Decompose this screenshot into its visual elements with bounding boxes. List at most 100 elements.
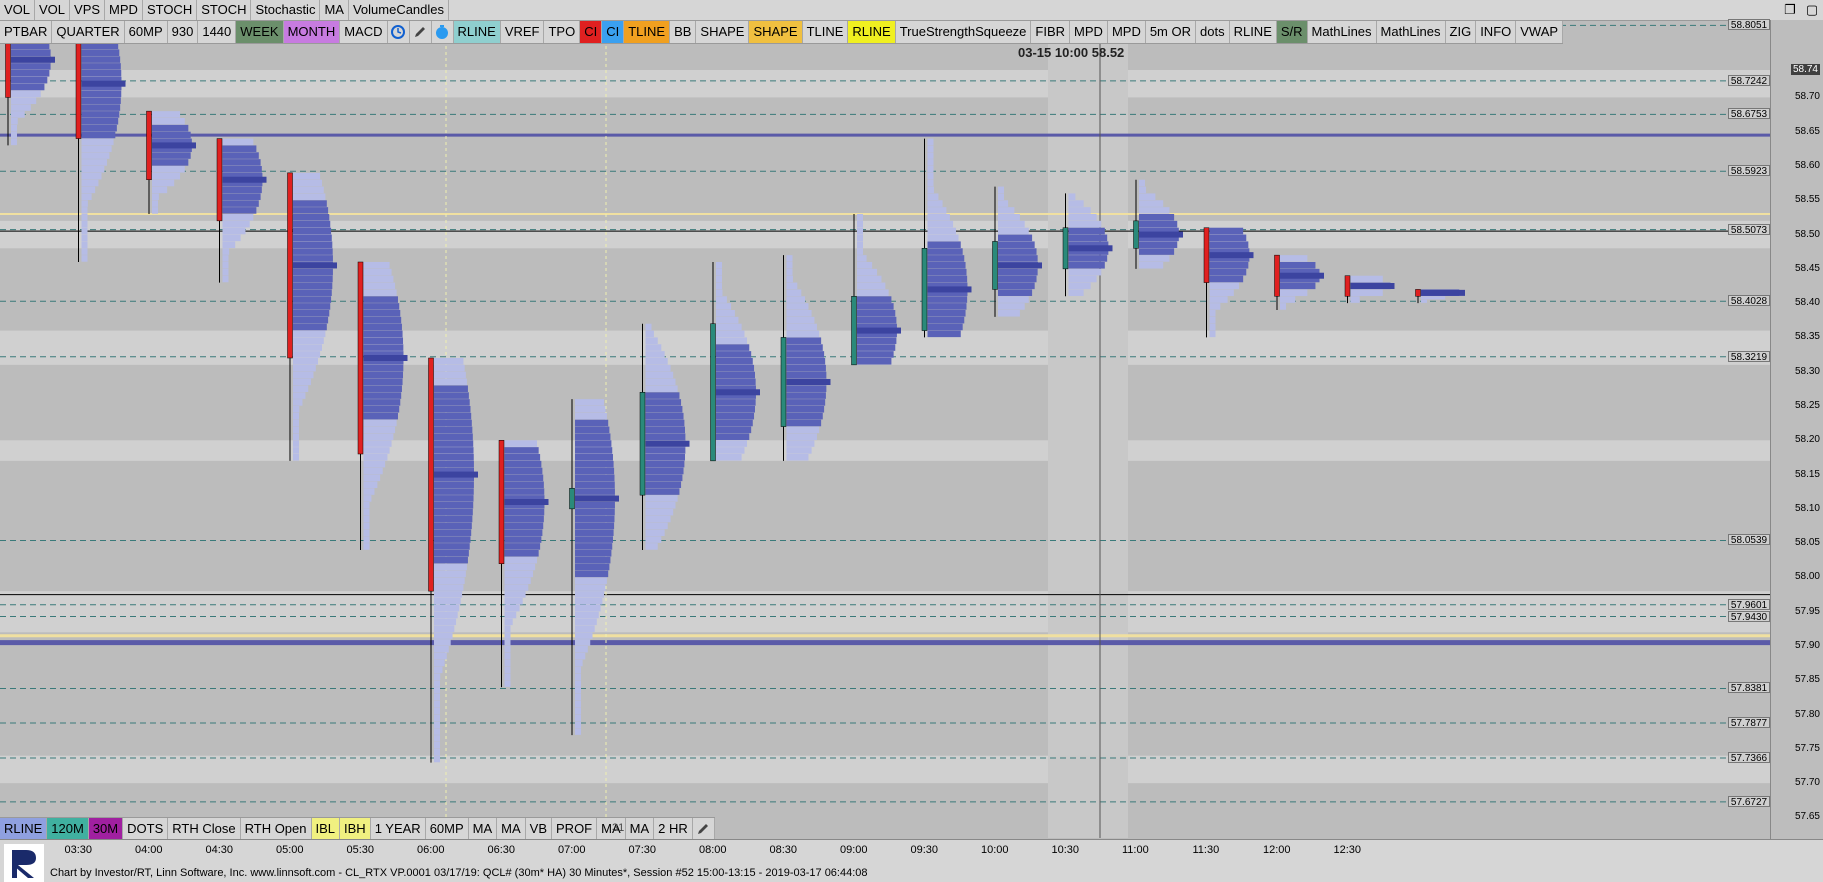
candle-body[interactable]: [1344, 275, 1351, 297]
study-button-s-r-29[interactable]: S/R: [1276, 21, 1308, 43]
study-button-shape-18[interactable]: SHAPE: [696, 21, 750, 43]
volume-profile-bar: [363, 474, 381, 482]
volume-profile-bar: [857, 214, 863, 221]
study-button-rline-28[interactable]: RLINE: [1229, 21, 1277, 43]
study-button-bb-17[interactable]: BB: [670, 21, 697, 43]
volume-profile-bar: [293, 426, 299, 434]
candle-body[interactable]: [639, 392, 646, 496]
indicator-button-2[interactable]: VPS: [70, 0, 106, 20]
price-axis[interactable]: 58.70 58.65 58.60 58.55 58.50 58.45 58.40 58.35…: [1770, 20, 1823, 839]
study-button-mathlines-31[interactable]: MathLines: [1376, 21, 1446, 43]
study-button-vref-12[interactable]: VREF: [500, 21, 545, 43]
study-button-rline-21[interactable]: RLINE: [848, 21, 896, 43]
volume-profile-bar: [434, 529, 472, 536]
study-button-ci-14[interactable]: CI: [580, 21, 603, 43]
volume-profile-bar: [927, 214, 950, 221]
volume-profile-bar: [645, 454, 686, 461]
pencil-icon[interactable]: [409, 21, 432, 43]
study-button-ci-15[interactable]: CI: [602, 21, 625, 43]
candle-body[interactable]: [428, 357, 434, 592]
volume-profile-bar: [786, 419, 822, 427]
bottom-button-ma-11[interactable]: MA: [497, 818, 526, 840]
indicator-button-0[interactable]: VOL: [0, 0, 36, 20]
candle-body[interactable]: [1062, 227, 1069, 270]
chart-plot[interactable]: [0, 0, 1823, 864]
candle-body[interactable]: [780, 337, 787, 427]
study-button-mathlines-30[interactable]: MathLines: [1307, 21, 1377, 43]
study-button-truestrengthsqueeze-22[interactable]: TrueStrengthSqueeze: [895, 21, 1032, 43]
candle-body[interactable]: [851, 296, 857, 366]
bottom-button-ibh-7[interactable]: IBH: [340, 818, 371, 840]
candle-body[interactable]: [357, 261, 364, 455]
bottom-button-ibl-6[interactable]: IBL: [311, 818, 341, 840]
study-button-ptbar-0[interactable]: PTBAR: [0, 21, 53, 43]
bottom-button-60mp-9[interactable]: 60MP: [425, 818, 469, 840]
study-button-rline-11[interactable]: RLINE: [453, 21, 501, 43]
bottom-button-dots-3[interactable]: DOTS: [123, 818, 169, 840]
candle-body[interactable]: [921, 248, 928, 331]
volume-profile-bar: [645, 433, 686, 440]
bottom-button-1-year-8[interactable]: 1 YEAR: [370, 818, 426, 840]
study-button-month-6[interactable]: MONTH: [283, 21, 341, 43]
candle-body[interactable]: [498, 440, 505, 564]
bottom-button-vb-12[interactable]: VB: [525, 818, 553, 840]
volume-profile-bar: [363, 392, 402, 399]
restore-icon[interactable]: ❐: [1779, 0, 1801, 20]
bottom-button-2-hr-16[interactable]: 2 HR: [654, 818, 693, 840]
bottom-button-rline-0[interactable]: RLINE: [0, 818, 48, 840]
study-button-week-5[interactable]: WEEK: [236, 21, 284, 43]
candle-body[interactable]: [992, 241, 998, 290]
indicator-button-5[interactable]: STOCH: [197, 0, 252, 20]
study-button-930-3[interactable]: 930: [167, 21, 199, 43]
study-button-tpo-13[interactable]: TPO: [544, 21, 581, 43]
candle-body[interactable]: [1133, 220, 1139, 249]
pencil-icon[interactable]: [692, 818, 715, 840]
study-button-vwap-34[interactable]: VWAP: [1516, 21, 1564, 43]
study-button-1440-4[interactable]: 1440: [198, 21, 237, 43]
candle-body[interactable]: [216, 138, 223, 222]
study-button-tline-20[interactable]: TLINE: [802, 21, 849, 43]
candle-body[interactable]: [287, 172, 293, 359]
indicator-button-6[interactable]: Stochastic: [251, 0, 321, 20]
candle-body[interactable]: [146, 110, 152, 180]
indicator-button-1[interactable]: VOL: [35, 0, 71, 20]
study-button-5m-or-26[interactable]: 5m OR: [1145, 21, 1196, 43]
candle-body[interactable]: [1274, 254, 1280, 297]
volume-profile-bar: [575, 536, 613, 543]
maximize-icon[interactable]: ▢: [1801, 0, 1823, 20]
volume-profile-bar: [222, 152, 259, 159]
bottom-button-prof-13[interactable]: PROF: [552, 818, 598, 840]
study-button-fibr-23[interactable]: FIBR: [1031, 21, 1071, 43]
indicator-button-3[interactable]: MPD: [105, 0, 143, 20]
candle-body[interactable]: [710, 323, 716, 462]
bottom-button-120m-1[interactable]: 120M: [47, 818, 89, 840]
candle-body[interactable]: [1415, 289, 1421, 297]
study-button-tline-16[interactable]: TLINE: [624, 21, 671, 43]
bottom-button-ma-15[interactable]: MA: [625, 818, 655, 840]
study-button-shape-19[interactable]: SHAPE: [749, 21, 803, 43]
bottom-button-rth-close-4[interactable]: RTH Close: [168, 818, 241, 840]
clock-icon[interactable]: [387, 21, 410, 43]
study-button-quarter-1[interactable]: QUARTER: [52, 21, 125, 43]
bottom-button-ma-10[interactable]: MA: [468, 818, 498, 840]
volume-profile-bar: [293, 310, 330, 317]
candle-body[interactable]: [569, 488, 575, 510]
study-button-zig-32[interactable]: ZIG: [1445, 21, 1477, 43]
indicator-button-8[interactable]: VolumeCandles: [349, 0, 450, 20]
time-tick-label: 11:30: [1192, 844, 1220, 856]
volume-profile-bar: [716, 262, 722, 269]
timer-icon[interactable]: [431, 21, 454, 43]
study-button-macd-7[interactable]: MACD: [340, 21, 388, 43]
bottom-button-rth-open-5[interactable]: RTH Open: [240, 818, 312, 840]
indicator-button-7[interactable]: MA: [320, 0, 349, 20]
study-button-60mp-2[interactable]: 60MP: [124, 21, 168, 43]
time-axis[interactable]: 03:30 04:00 04:30 05:00 05:30 06:00 06:30 07:00…: [0, 839, 1823, 865]
study-button-mpd-24[interactable]: MPD: [1070, 21, 1108, 43]
candle-body[interactable]: [75, 28, 82, 139]
candle-body[interactable]: [1203, 227, 1210, 283]
study-button-info-33[interactable]: INFO: [1476, 21, 1517, 43]
study-button-mpd-25[interactable]: MPD: [1107, 21, 1146, 43]
bottom-button-30m-2[interactable]: 30M: [88, 818, 124, 840]
indicator-button-4[interactable]: STOCH: [143, 0, 198, 20]
study-button-dots-27[interactable]: dots: [1196, 21, 1230, 43]
